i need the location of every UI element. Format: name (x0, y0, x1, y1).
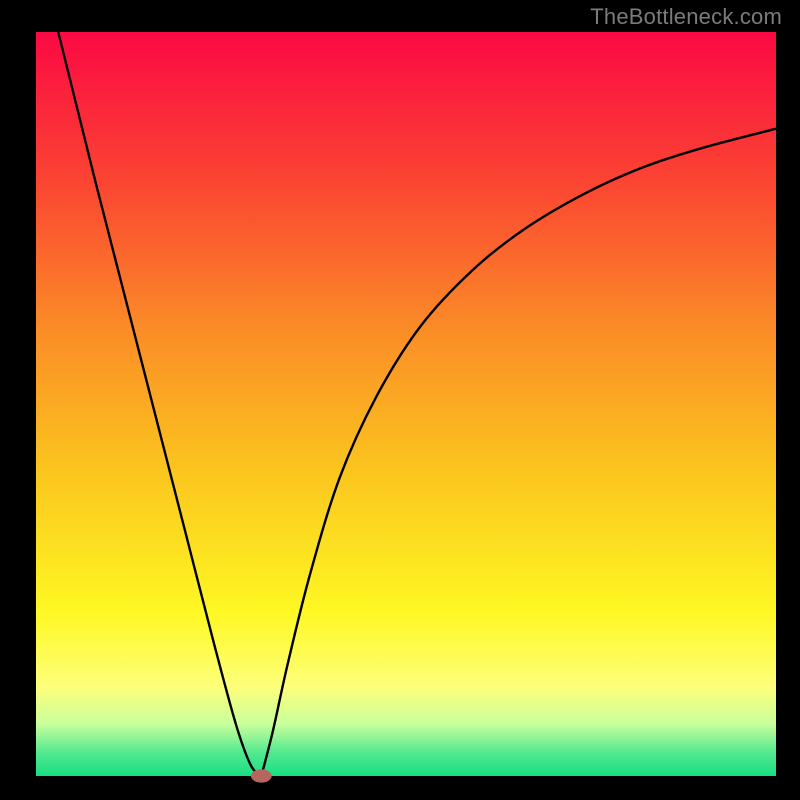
plot-background (36, 32, 776, 776)
watermark-label: TheBottleneck.com (590, 4, 782, 30)
min-marker (251, 769, 272, 782)
bottleneck-chart (0, 0, 800, 800)
chart-frame: TheBottleneck.com (0, 0, 800, 800)
